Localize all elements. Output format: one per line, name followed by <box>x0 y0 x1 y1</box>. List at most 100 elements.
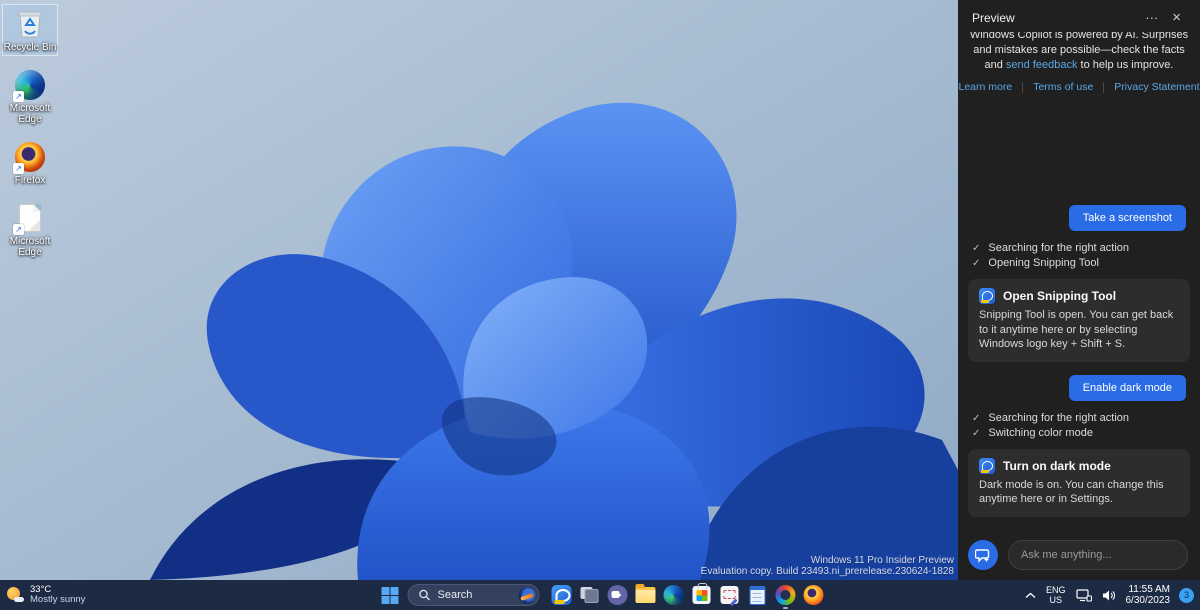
card-body: Snipping Tool is open. You can get back … <box>979 308 1179 352</box>
privacy-statement-link[interactable]: Privacy Statement <box>1114 81 1199 93</box>
chat-button[interactable] <box>606 583 630 607</box>
status-list-1: ✓ Searching for the right action ✓ Openi… <box>972 241 1186 271</box>
watermark-line1: Windows 11 Pro Insider Preview <box>701 555 954 566</box>
desktop-icon-label: Microsoft Edge <box>3 236 57 258</box>
start-button[interactable] <box>382 587 399 604</box>
notepad-button[interactable] <box>746 583 770 607</box>
send-feedback-link[interactable]: send feedback <box>1006 59 1078 71</box>
desktop-icon-label: Firefox <box>15 175 46 186</box>
divider <box>1022 82 1023 93</box>
check-icon: ✓ <box>972 426 980 441</box>
learn-more-link[interactable]: Learn more <box>958 81 1012 93</box>
ask-me-anything-input[interactable] <box>1008 540 1188 570</box>
folder-icon <box>636 587 656 603</box>
enable-dark-mode-button[interactable]: Enable dark mode <box>1069 375 1186 401</box>
desktop-icon-edge[interactable]: ↗ Microsoft Edge <box>2 65 58 128</box>
divider <box>1103 82 1104 93</box>
firefox-button[interactable] <box>802 583 826 607</box>
copilot-icon <box>979 458 995 474</box>
notepad-icon <box>750 586 766 605</box>
new-chat-button[interactable] <box>968 540 998 570</box>
search-placeholder: Search <box>438 589 519 601</box>
disclaimer-post: to help us improve. <box>1077 59 1173 71</box>
check-icon: ✓ <box>972 256 980 271</box>
desktop-icon-column: Recycle Bin ↗ Microsoft Edge ↗ Firefox ↗… <box>2 4 58 270</box>
lang-region: US <box>1046 595 1066 605</box>
disclaimer-pre: and <box>985 59 1006 71</box>
system-tray: ENG US 11:55 AM 6/30/2023 3 <box>1020 580 1194 610</box>
copilot-icon <box>979 288 995 304</box>
card-header: Turn on dark mode <box>979 458 1179 474</box>
weather-text: 33°C Mostly sunny <box>30 585 85 606</box>
store-button[interactable] <box>690 583 714 607</box>
taskbar-center: Search <box>373 580 828 610</box>
tray-date: 6/30/2023 <box>1126 595 1171 606</box>
taskbar-search[interactable]: Search <box>408 584 540 606</box>
network-button[interactable] <box>1071 580 1097 610</box>
desktop-icon-recycle-bin[interactable]: Recycle Bin <box>2 4 58 56</box>
card-body: Dark mode is on. You can change this any… <box>979 478 1179 507</box>
store-icon <box>693 586 711 604</box>
taskbar-copilot-button[interactable] <box>550 583 574 607</box>
desktop-icon-firefox[interactable]: ↗ Firefox <box>2 137 58 189</box>
dark-mode-card: Turn on dark mode Dark mode is on. You c… <box>968 449 1190 517</box>
check-icon: ✓ <box>972 411 980 426</box>
disclaimer-line1: Windows Copilot is powered by AI. Surpri… <box>968 32 1190 43</box>
desktop-icon-label: Microsoft Edge <box>3 103 57 125</box>
status-label: Opening Snipping Tool <box>988 256 1099 271</box>
weather-widget[interactable]: 33°C Mostly sunny <box>6 580 85 610</box>
preview-badge: Preview <box>972 11 1015 25</box>
volume-button[interactable] <box>1097 580 1121 610</box>
task-view-button[interactable] <box>578 583 602 607</box>
status-row: ✓ Switching color mode <box>972 426 1186 441</box>
desktop-icon-edge-shortcut[interactable]: ↗ Microsoft Edge <box>2 198 58 261</box>
check-icon: ✓ <box>972 241 980 256</box>
insider-watermark: Windows 11 Pro Insider Preview Evaluatio… <box>701 555 954 577</box>
speaker-icon <box>1102 589 1116 602</box>
snipping-tool-icon <box>721 586 739 604</box>
browser-icon <box>776 585 796 605</box>
shortcut-arrow-icon: ↗ <box>13 224 24 235</box>
task-view-icon <box>581 587 599 603</box>
network-icon <box>1076 589 1092 602</box>
terms-of-use-link[interactable]: Terms of use <box>1033 81 1093 93</box>
chat-input-bar <box>968 540 1188 570</box>
disclaimer-line2: and mistakes are possible—check the fact… <box>968 43 1190 58</box>
status-row: ✓ Searching for the right action <box>972 241 1186 256</box>
status-label: Switching color mode <box>988 426 1093 441</box>
edge-button[interactable] <box>662 583 686 607</box>
status-label: Searching for the right action <box>988 241 1129 256</box>
weather-icon <box>6 586 24 604</box>
card-header: Open Snipping Tool <box>979 288 1179 304</box>
notification-badge[interactable]: 3 <box>1179 588 1194 603</box>
language-switcher[interactable]: ENG US <box>1041 580 1071 610</box>
clock[interactable]: 11:55 AM 6/30/2023 <box>1121 580 1176 610</box>
chat-bubble-plus-icon <box>975 547 991 563</box>
chevron-up-icon <box>1025 592 1036 599</box>
wallpaper-bloom <box>0 0 958 580</box>
tray-time: 11:55 AM <box>1126 584 1171 595</box>
status-row: ✓ Searching for the right action <box>972 411 1186 426</box>
more-options-icon[interactable]: ··· <box>1138 10 1165 25</box>
shortcut-arrow-icon: ↗ <box>13 91 24 102</box>
take-screenshot-button[interactable]: Take a screenshot <box>1069 205 1186 231</box>
card-title: Open Snipping Tool <box>1003 289 1116 303</box>
browser-button[interactable] <box>774 583 798 607</box>
close-icon[interactable]: × <box>1165 9 1188 26</box>
file-explorer-button[interactable] <box>634 583 658 607</box>
status-row: ✓ Opening Snipping Tool <box>972 256 1186 271</box>
card-title: Turn on dark mode <box>1003 459 1111 473</box>
status-label: Searching for the right action <box>988 411 1129 426</box>
snipping-tool-button[interactable] <box>718 583 742 607</box>
recycle-bin-icon <box>16 9 44 39</box>
tray-chevron-button[interactable] <box>1020 580 1041 610</box>
taskbar: 33°C Mostly sunny Search <box>0 580 1200 610</box>
copilot-header: Preview ··· × <box>958 0 1200 30</box>
legal-links-row: Learn more Terms of use Privacy Statemen… <box>958 81 1200 93</box>
watermark-line2: Evaluation copy. Build 23493.ni_prerelea… <box>701 566 954 577</box>
snipping-tool-card: Open Snipping Tool Snipping Tool is open… <box>968 279 1190 362</box>
disclaimer-clip: Windows Copilot is powered by AI. Surpri… <box>968 32 1190 74</box>
edge-icon <box>664 585 684 605</box>
status-list-2: ✓ Searching for the right action ✓ Switc… <box>972 411 1186 441</box>
bing-daily-icon <box>519 587 536 604</box>
